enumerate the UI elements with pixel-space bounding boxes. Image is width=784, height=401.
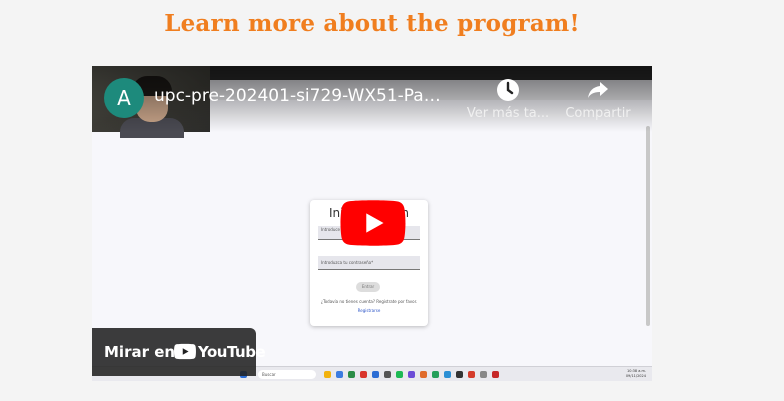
play-button-icon[interactable] xyxy=(340,200,406,246)
teams-icon xyxy=(408,371,415,378)
video-title[interactable]: upc-pre-202401-si729-WX51-Pawfe... xyxy=(154,86,454,106)
chrome-icon xyxy=(360,371,367,378)
share-button[interactable]: Compartir xyxy=(556,78,640,121)
register-text: ¿Todavía no tienes cuenta? Registrate po… xyxy=(320,299,418,313)
app2-icon xyxy=(468,371,475,378)
embedded-video-player[interactable]: Iniciar Sesión Introduce Introduzca tu c… xyxy=(92,66,652,381)
enter-button: Entrar xyxy=(356,282,380,292)
section-heading: Learn more about the program! xyxy=(164,10,580,37)
app3-icon xyxy=(492,371,499,378)
watch-later-button[interactable]: Ver más ta... xyxy=(466,78,550,121)
taskbar-search: Buscar xyxy=(258,370,316,379)
watch-on-youtube-button[interactable]: Mirar en YouTube xyxy=(92,328,266,376)
store-icon xyxy=(348,371,355,378)
watch-later-label: Ver más ta... xyxy=(466,106,550,121)
share-label: Compartir xyxy=(565,106,631,121)
vscode-icon xyxy=(444,371,451,378)
password-field: Introduzca tu contraseña* xyxy=(318,256,420,270)
channel-avatar[interactable]: A xyxy=(104,78,144,118)
settings-icon xyxy=(480,371,487,378)
clock-icon xyxy=(497,79,519,101)
spotify-icon xyxy=(396,371,403,378)
github-icon xyxy=(456,371,463,378)
watch-on-label: Mirar en xyxy=(104,343,176,361)
system-tray: 10:38 a.m. 09/11/2024 xyxy=(625,369,646,378)
register-link: Registrarse xyxy=(357,308,381,313)
mail-icon xyxy=(372,371,379,378)
youtube-logo-icon xyxy=(174,343,196,360)
recorded-scrollbar xyxy=(646,126,650,326)
share-arrow-icon xyxy=(588,82,608,98)
youtube-wordmark: YouTube xyxy=(198,343,266,361)
app-icon xyxy=(420,371,427,378)
folder-icon xyxy=(324,371,331,378)
edge-icon xyxy=(336,371,343,378)
whatsapp-icon xyxy=(432,371,439,378)
terminal-icon xyxy=(384,371,391,378)
